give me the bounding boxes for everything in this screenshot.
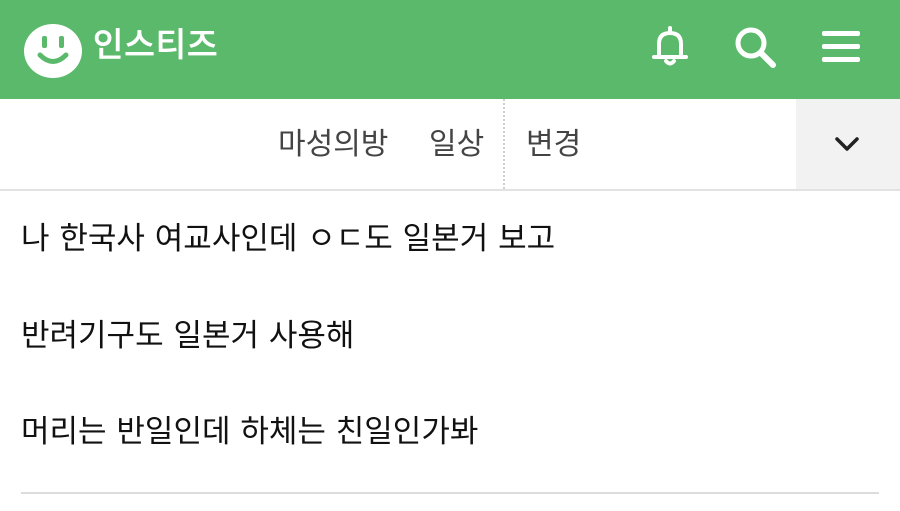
post-text-line: 나 한국사 여교사인데 ㅇㄷ도 일본거 보고 [21, 221, 556, 257]
search-icon[interactable] [732, 24, 778, 70]
category-divider [503, 99, 505, 189]
category-bar: 마성의방 일상 변경 [0, 99, 900, 191]
post-text-line: 반려기구도 일본거 사용해 [21, 318, 355, 354]
subcategory-link[interactable]: 일상 [429, 125, 484, 165]
brand-name[interactable]: 인스티즈 [93, 25, 218, 65]
top-header: 인스티즈 [0, 0, 900, 99]
bell-icon[interactable] [647, 24, 693, 70]
post-body: 나 한국사 여교사인데 ㅇㄷ도 일본거 보고 반려기구도 일본거 사용해 머리는… [0, 191, 900, 511]
chevron-down-icon [835, 137, 859, 151]
smiley-logo-icon[interactable] [22, 22, 84, 80]
hamburger-menu-icon[interactable] [818, 24, 864, 70]
board-name-link[interactable]: 마성의방 [278, 125, 388, 165]
post-text-line: 머리는 반일인데 하체는 친일인가봐 [21, 414, 479, 450]
change-category-button[interactable]: 변경 [526, 125, 581, 165]
content-divider [21, 492, 879, 494]
category-dropdown-button[interactable] [796, 99, 900, 189]
